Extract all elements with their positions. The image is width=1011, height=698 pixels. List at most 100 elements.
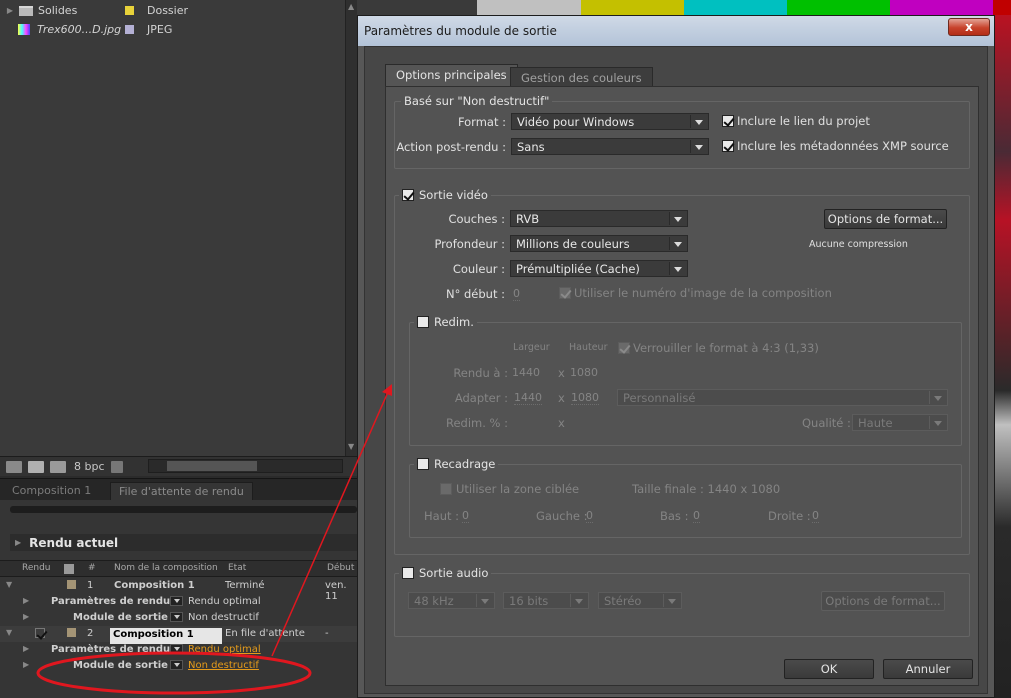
use-roi-label[interactable]: Utiliser la zone ciblée (456, 482, 579, 496)
audio-channels-dropdown[interactable]: Stéréo (598, 592, 682, 609)
crop-left-field[interactable]: 0 (586, 509, 593, 523)
crop-bottom-field[interactable]: 0 (693, 509, 700, 523)
render-queue-header: Rendu # Nom de la composition Etat Début (0, 560, 357, 577)
use-roi-checkbox[interactable] (440, 483, 452, 495)
expand-triangle-icon[interactable]: ▶ (4, 6, 16, 15)
bit-depth-button[interactable]: 8 bpc (74, 460, 105, 473)
audio-output-toggle[interactable]: Sortie audio (399, 566, 492, 580)
trash-icon[interactable] (110, 460, 123, 473)
format-dropdown[interactable]: Vidéo pour Windows (511, 113, 709, 130)
expand-triangle-icon[interactable]: ▶ (15, 538, 21, 547)
crop-toggle[interactable]: Recadrage (414, 457, 499, 471)
expand-triangle-icon[interactable]: ▶ (23, 644, 29, 653)
output-module-dropdown[interactable] (170, 660, 183, 670)
output-module-row: ▶ Module de sortie : Non destructif (0, 610, 357, 626)
project-panel: ▶ Solides Dossier Trex600...D.jpg JPEG ▲… (0, 0, 357, 456)
render-checkbox[interactable] (35, 628, 45, 638)
color-dropdown[interactable]: Prémultipliée (Cache) (510, 260, 688, 277)
based-on-group: Basé sur "Non destructif" Format : Vidéo… (394, 94, 970, 169)
new-composition-icon[interactable] (50, 460, 66, 473)
project-item-image[interactable]: Trex600...D.jpg JPEG (0, 20, 345, 39)
tab-color-management[interactable]: Gestion des couleurs (510, 67, 653, 86)
include-xmp-checkbox[interactable] (722, 140, 734, 152)
new-folder-icon[interactable] (28, 460, 44, 473)
crop-group: Recadrage Utiliser la zone ciblée Taille… (409, 457, 962, 538)
lock-ratio-checkbox[interactable] (618, 342, 630, 354)
current-render-header[interactable]: ▶ Rendu actuel (10, 534, 357, 551)
render-settings-value[interactable]: Rendu optimal (188, 596, 261, 607)
col-comp-name[interactable]: Nom de la composition (114, 563, 218, 573)
render-settings-dropdown[interactable] (170, 596, 183, 606)
expand-triangle-icon[interactable]: ▶ (23, 612, 29, 621)
label-color-swatch[interactable] (67, 628, 76, 637)
scroll-thumb[interactable] (167, 461, 257, 471)
output-module-label: Module de sortie : (73, 612, 176, 623)
render-item-comp[interactable]: Composition 1 (114, 580, 195, 591)
render-settings-dropdown[interactable] (170, 644, 183, 654)
fit-preset-dropdown[interactable]: Personnalisé (617, 389, 948, 406)
audio-rate-dropdown[interactable]: 48 kHz (408, 592, 495, 609)
col-start[interactable]: Début (327, 563, 354, 573)
close-button[interactable]: x (948, 18, 990, 36)
include-project-link-checkbox[interactable] (722, 115, 734, 127)
col-number[interactable]: # (88, 563, 96, 573)
rendered-width: 1440 (512, 366, 540, 379)
resize-checkbox[interactable] (417, 316, 429, 328)
fit-width-field[interactable]: 1440 (514, 391, 542, 405)
render-settings-value[interactable]: Rendu optimal (188, 644, 261, 655)
expand-triangle-icon[interactable]: ▶ (23, 660, 29, 669)
include-xmp-label[interactable]: Inclure les métadonnées XMP source (737, 139, 949, 153)
crop-top-field[interactable]: 0 (462, 509, 469, 523)
quality-dropdown[interactable]: Haute (852, 414, 948, 431)
start-number-label: N° début : (445, 287, 505, 301)
dialog-title: Paramètres du module de sortie (364, 24, 557, 38)
width-header: Largeur (513, 342, 550, 353)
include-project-link-label[interactable]: Inclure le lien du projet (737, 114, 870, 128)
lock-ratio-label[interactable]: Verrouiller le format à 4:3 (1,33) (633, 341, 819, 355)
scroll-up-icon[interactable]: ▲ (348, 2, 354, 11)
collapse-triangle-icon[interactable]: ▼ (6, 580, 12, 589)
tab-main-options[interactable]: Options principales (385, 64, 518, 86)
audio-format-options-button[interactable]: Options de format... (821, 591, 945, 611)
col-render[interactable]: Rendu (22, 563, 51, 573)
channels-dropdown[interactable]: RVB (510, 210, 688, 227)
horizontal-scrollbar[interactable] (148, 459, 343, 473)
output-module-dropdown[interactable] (170, 612, 183, 622)
expand-triangle-icon[interactable]: ▶ (23, 596, 29, 605)
cancel-button[interactable]: Annuler (883, 659, 973, 679)
col-status[interactable]: Etat (228, 563, 246, 573)
render-item-status: Terminé (225, 580, 265, 591)
scroll-down-icon[interactable]: ▼ (348, 442, 354, 451)
use-comp-frame-label[interactable]: Utiliser le numéro d'image de la composi… (574, 286, 832, 300)
crop-checkbox[interactable] (417, 458, 429, 470)
crop-right-field[interactable]: 0 (812, 509, 819, 523)
dialog-titlebar[interactable]: Paramètres du module de sortie x (358, 16, 994, 46)
resize-toggle[interactable]: Redim. (414, 315, 477, 329)
video-output-toggle[interactable]: Sortie vidéo (399, 188, 491, 202)
tab-composition[interactable]: Composition 1 (4, 482, 99, 500)
render-item-row[interactable]: ▼ 1 Composition 1 Terminé ven. 11 (0, 578, 357, 602)
use-comp-frame-checkbox[interactable] (559, 287, 571, 299)
audio-bits-dropdown[interactable]: 16 bits (503, 592, 589, 609)
ok-button[interactable]: OK (784, 659, 874, 679)
fit-height-field[interactable]: 1080 (571, 391, 599, 405)
project-scrollbar[interactable]: ▲ ▼ (345, 0, 357, 456)
project-item-folder[interactable]: ▶ Solides Dossier (0, 1, 345, 20)
tab-render-queue[interactable]: File d'attente de rendu (110, 482, 253, 500)
audio-output-checkbox[interactable] (402, 567, 414, 579)
label-tag-icon[interactable] (64, 564, 74, 574)
collapse-triangle-icon[interactable]: ▼ (6, 628, 12, 637)
label-color-swatch[interactable] (125, 6, 134, 15)
project-item-name: Trex600...D.jpg (37, 23, 122, 36)
start-number-field[interactable]: 0 (513, 287, 520, 301)
depth-dropdown[interactable]: Millions de couleurs (510, 235, 688, 252)
label-color-swatch[interactable] (67, 580, 76, 589)
video-output-checkbox[interactable] (402, 189, 414, 201)
output-module-value[interactable]: Non destructif (188, 660, 259, 671)
render-item-row[interactable]: ▼ 2 Composition 1 En file d'attente - (0, 626, 357, 644)
format-options-button[interactable]: Options de format... (824, 209, 947, 229)
label-color-swatch[interactable] (125, 25, 134, 34)
interpret-footage-icon[interactable] (6, 460, 22, 473)
post-render-dropdown[interactable]: Sans (511, 138, 709, 155)
output-module-value[interactable]: Non destructif (188, 612, 259, 623)
